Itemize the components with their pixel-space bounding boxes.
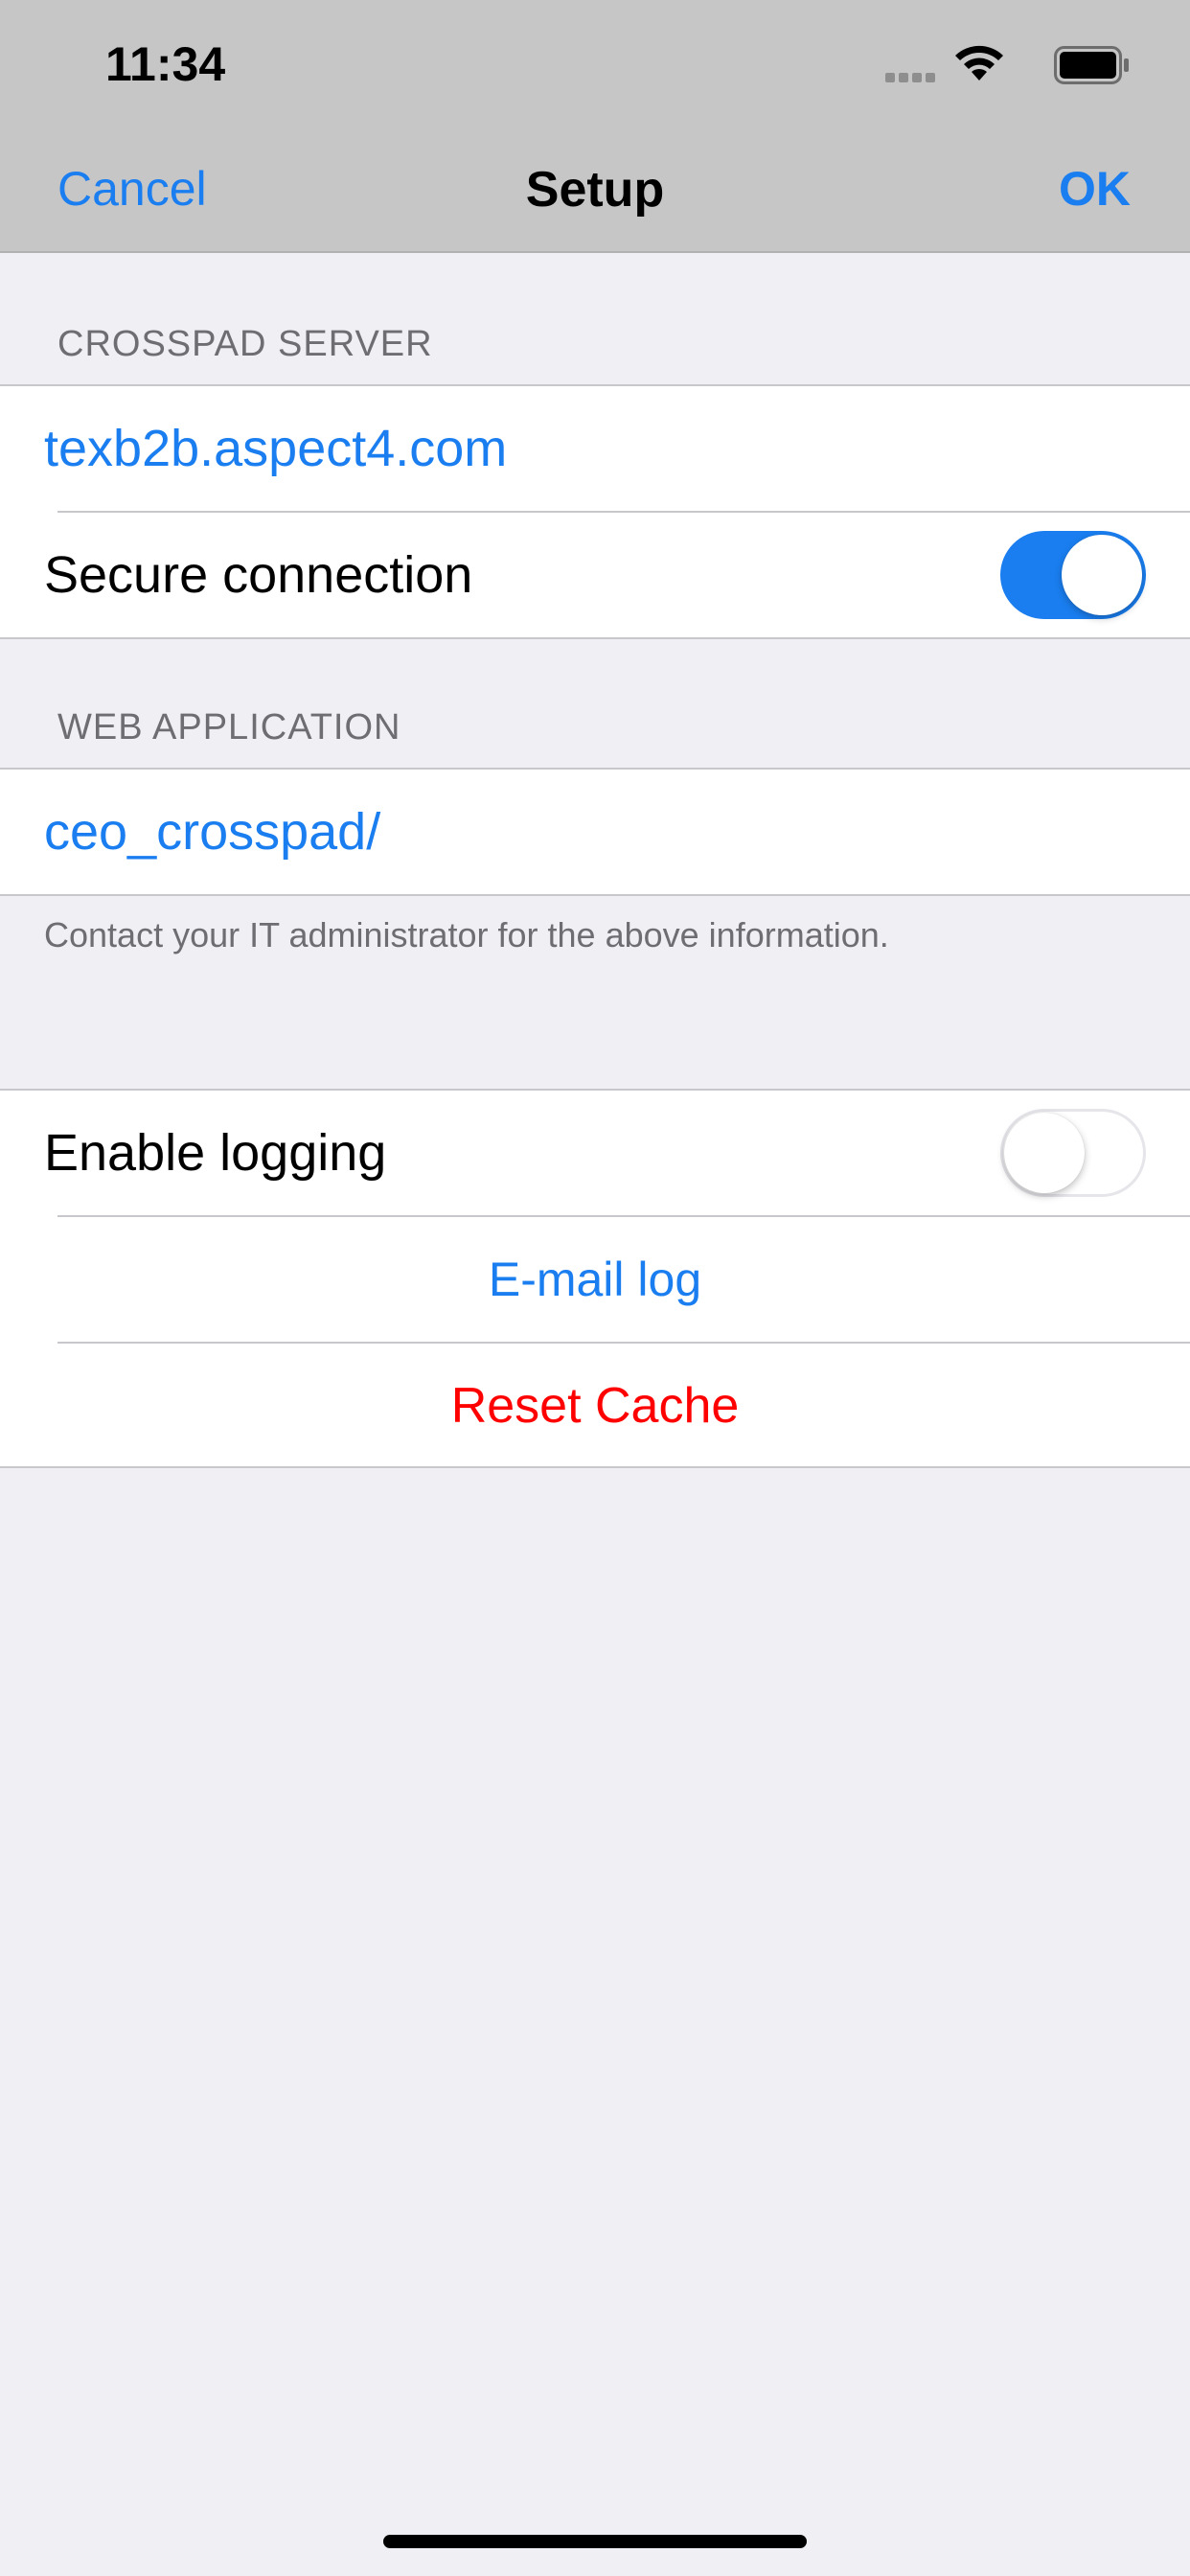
server-address-field[interactable]: texb2b.aspect4.com <box>44 386 507 511</box>
section-header-crosspad-server: CROSSPAD SERVER <box>57 324 433 364</box>
home-indicator[interactable] <box>383 2535 807 2548</box>
section-footer-note: Contact your IT administrator for the ab… <box>44 915 889 954</box>
secure-connection-row: Secure connection <box>0 513 1190 637</box>
secure-connection-toggle[interactable] <box>1000 531 1146 619</box>
logging-group: Enable logging E-mail log Reset Cache <box>0 1089 1190 1468</box>
toggle-knob <box>1004 1113 1085 1193</box>
wifi-icon <box>955 45 1003 80</box>
section-header-web-application: WEB APPLICATION <box>57 707 401 748</box>
ok-button[interactable]: OK <box>1059 161 1131 217</box>
toggle-knob <box>1062 535 1142 615</box>
web-application-group: ceo_crosspad/ <box>0 768 1190 896</box>
status-time: 11:34 <box>105 37 226 91</box>
enable-logging-row: Enable logging <box>0 1091 1190 1215</box>
secure-connection-label: Secure connection <box>44 546 473 604</box>
status-icons <box>881 42 1131 88</box>
web-application-row[interactable]: ceo_crosspad/ <box>0 770 1190 894</box>
enable-logging-toggle[interactable] <box>1000 1109 1146 1197</box>
server-row[interactable]: texb2b.aspect4.com <box>0 386 1190 511</box>
web-application-field[interactable]: ceo_crosspad/ <box>44 770 380 894</box>
page-title: Setup <box>525 162 665 218</box>
email-log-row[interactable]: E-mail log <box>0 1217 1190 1342</box>
crosspad-server-group: texb2b.aspect4.com Secure connection <box>0 384 1190 639</box>
battery-icon <box>1054 46 1129 84</box>
email-log-button[interactable]: E-mail log <box>0 1217 1190 1342</box>
reset-cache-row[interactable]: Reset Cache <box>0 1344 1190 1468</box>
signal-icon <box>885 73 939 82</box>
reset-cache-button[interactable]: Reset Cache <box>0 1344 1190 1468</box>
navigation-bar: 11:34 Cancel Setup OK <box>0 0 1190 253</box>
enable-logging-label: Enable logging <box>44 1124 387 1182</box>
